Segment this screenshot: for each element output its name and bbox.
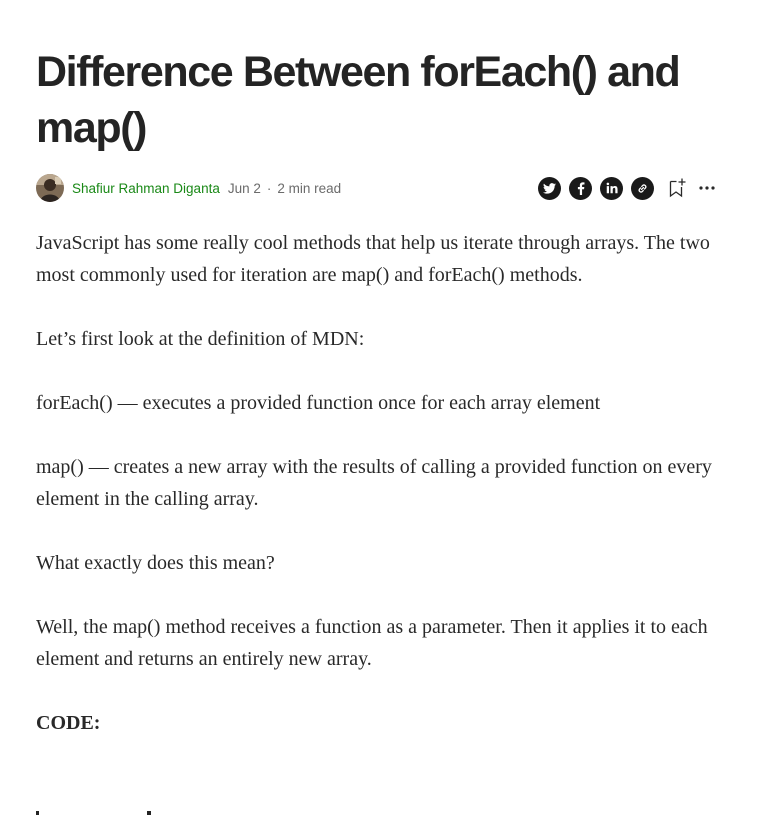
paragraph: map() — creates a new array with the res… [36, 456, 712, 510]
author-name[interactable]: Shafiur Rahman Diganta [72, 181, 220, 196]
author-avatar[interactable] [36, 174, 64, 202]
code-block-preview [36, 806, 236, 815]
facebook-icon[interactable] [569, 176, 592, 200]
paragraph: JavaScript has some really cool methods … [36, 232, 710, 286]
read-time: 2 min read [277, 180, 342, 196]
paragraph: Let’s first look at the definition of MD… [36, 328, 365, 350]
more-icon[interactable] [696, 176, 718, 200]
share-actions [530, 176, 718, 200]
code-glyph [36, 811, 39, 815]
article-meta: Shafiur Rahman Diganta Jun 2 · 2 min rea… [36, 173, 718, 203]
meta-separator: · [266, 180, 272, 196]
article-body: JavaScript has some really cool methods … [36, 227, 726, 771]
twitter-icon[interactable] [538, 176, 561, 200]
publish-date: Jun 2 [227, 180, 261, 196]
linkedin-icon[interactable] [600, 176, 623, 200]
code-heading: CODE: [36, 712, 101, 734]
paragraph: Well, the map() method receives a functi… [36, 616, 708, 670]
code-glyph [147, 811, 151, 815]
article-title: Difference Between forEach() and map() [36, 48, 681, 152]
paragraph: forEach() — executes a provided function… [36, 392, 601, 414]
link-icon[interactable] [631, 176, 654, 200]
article: Difference Between forEach() and map() S… [36, 0, 726, 734]
paragraph: What exactly does this mean? [36, 552, 275, 574]
bookmark-add-icon[interactable] [666, 176, 688, 200]
